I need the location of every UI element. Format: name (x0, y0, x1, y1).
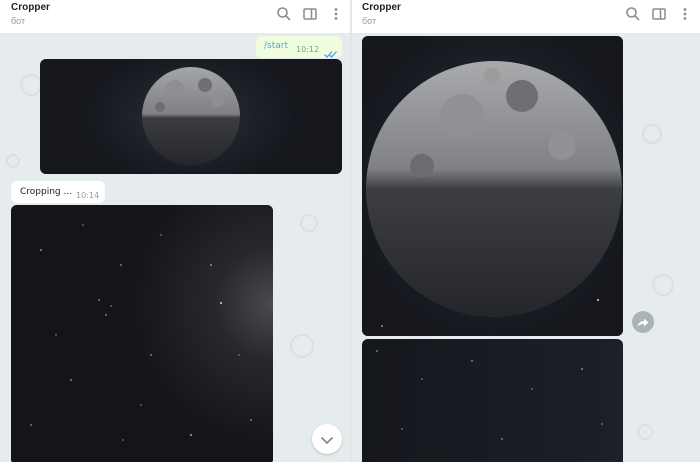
forward-button[interactable] (632, 311, 654, 333)
right-chat-pane: Cropper бот (352, 0, 700, 462)
incoming-message-bubble[interactable]: Cropping ... 10:14 (11, 181, 105, 203)
chat-header: Cropper бот (352, 0, 700, 34)
moon-photo-tall[interactable] (362, 36, 623, 336)
moon-photo-wide[interactable] (40, 59, 342, 174)
outgoing-message-bubble[interactable]: /start 10:12 (256, 36, 342, 58)
chevron-down-icon (320, 430, 334, 449)
incoming-message-text: Cropping ... (20, 187, 73, 197)
more-vertical-icon[interactable] (328, 6, 344, 22)
sidebar-toggle-icon[interactable] (302, 6, 318, 22)
scroll-down-button[interactable] (312, 424, 342, 454)
outgoing-message-text[interactable]: /start (264, 41, 288, 51)
chat-header: Cropper бот (0, 0, 350, 34)
search-icon[interactable] (625, 6, 641, 22)
more-vertical-icon[interactable] (677, 6, 693, 22)
chat-subtitle: бот (362, 16, 377, 26)
starfield-photo[interactable] (362, 339, 623, 462)
starfield-photo[interactable] (11, 205, 273, 462)
search-icon[interactable] (276, 6, 292, 22)
chat-title[interactable]: Cropper (11, 2, 50, 13)
chat-title[interactable]: Cropper (362, 2, 401, 13)
left-chat-pane: Cropper бот /start 10:12 Cropping ... 10… (0, 0, 350, 462)
message-time: 10:12 (296, 45, 320, 54)
message-time: 10:14 (76, 191, 100, 200)
forward-icon (637, 313, 649, 332)
chat-subtitle: бот (11, 16, 26, 26)
sidebar-toggle-icon[interactable] (651, 6, 667, 22)
